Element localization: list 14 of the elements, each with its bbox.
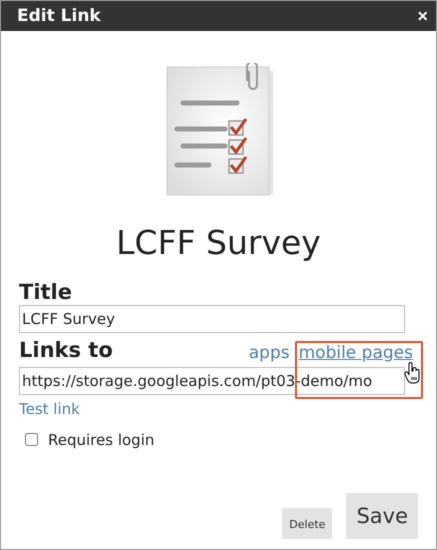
dialog-title: Edit Link (17, 6, 101, 26)
source-link[interactable]: mobile pages (298, 342, 413, 363)
checkbox-label: Requires login (48, 430, 154, 449)
field-label: Title (19, 278, 74, 305)
test-link[interactable]: Test link (19, 400, 80, 418)
field-label: Links to (19, 336, 113, 363)
hand-cursor-icon (404, 362, 422, 384)
save-button[interactable]: Save (346, 493, 418, 539)
delete-button[interactable]: Delete (282, 508, 332, 539)
survey-title: LCFF Survey (115, 223, 322, 263)
close-button[interactable]: × (417, 6, 428, 26)
title-input[interactable]: LCFF Survey (19, 304, 405, 333)
source-link[interactable]: apps (248, 342, 290, 363)
requires-login-checkbox[interactable] (25, 433, 38, 446)
